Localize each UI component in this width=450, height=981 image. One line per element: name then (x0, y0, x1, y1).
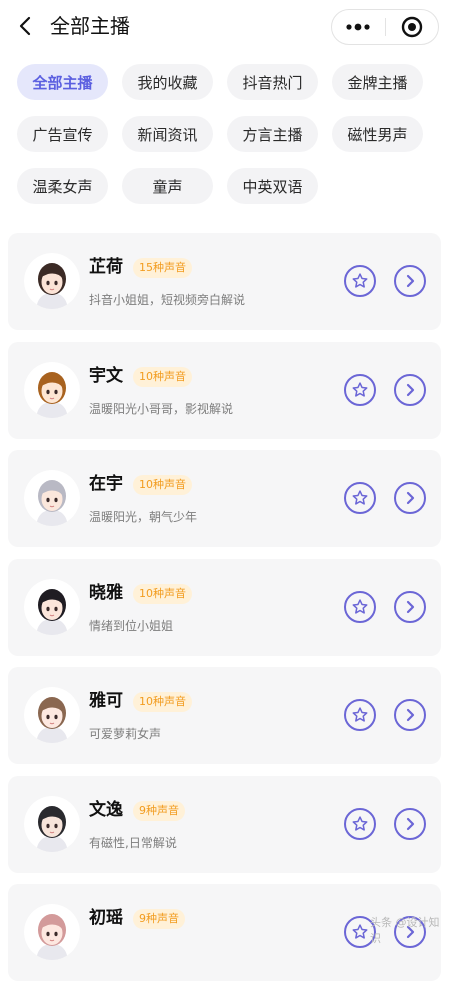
avatar-illustration (24, 579, 80, 635)
favorite-button[interactable] (344, 699, 376, 731)
filter-chip-label: 中英双语 (242, 177, 303, 196)
star-outline-icon (352, 273, 368, 288)
chevron-right-icon (406, 600, 415, 614)
avatar (24, 253, 80, 309)
star-outline-icon (352, 382, 368, 397)
anchor-description: 有磁性,日常解说 (89, 836, 177, 850)
filter-chip-female[interactable]: 温柔女声 (17, 168, 108, 204)
more-dots-icon (346, 23, 370, 31)
star-outline-icon (352, 490, 368, 505)
voice-count-badge: 9种声音 (133, 909, 185, 929)
chevron-right-icon (406, 491, 415, 505)
anchor-card[interactable]: 晓雅 10种声音情绪到位小姐姐 (8, 559, 441, 656)
close-mini-program-button[interactable] (385, 10, 438, 44)
nav-bar: 全部主播 (0, 0, 450, 54)
avatar-illustration (24, 470, 80, 526)
anchor-description: 抖音小姐姐，短视频旁白解说 (89, 293, 246, 307)
avatar (24, 579, 80, 635)
avatar (24, 470, 80, 526)
filter-chip-bilingual[interactable]: 中英双语 (227, 168, 318, 204)
open-anchor-button[interactable] (394, 374, 426, 406)
favorite-button[interactable] (344, 482, 376, 514)
more-menu-button[interactable] (332, 10, 385, 44)
open-anchor-button[interactable] (394, 482, 426, 514)
star-outline-icon (352, 816, 368, 831)
filter-chip-label: 抖音热门 (242, 73, 303, 92)
anchor-card[interactable]: 雅可 10种声音可爱萝莉女声 (8, 667, 441, 764)
avatar (24, 904, 80, 960)
back-button[interactable] (12, 12, 40, 40)
favorite-button[interactable] (344, 591, 376, 623)
favorite-button[interactable] (344, 374, 376, 406)
watermark: 头条 @设计知识 (370, 916, 440, 945)
anchor-description: 可爱萝莉女声 (89, 727, 162, 741)
avatar-illustration (24, 796, 80, 852)
favorite-button[interactable] (344, 265, 376, 297)
filter-chip-label: 磁性男声 (347, 125, 408, 144)
filter-chip-label: 全部主播 (32, 73, 93, 92)
filter-chip-news[interactable]: 新闻资讯 (122, 116, 213, 152)
avatar-illustration (24, 253, 80, 309)
anchor-description: 温暖阳光小哥哥，影视解说 (89, 402, 234, 416)
filter-chip-label: 我的收藏 (137, 73, 198, 92)
avatar-illustration (24, 687, 80, 743)
filter-chip-gold[interactable]: 金牌主播 (332, 64, 423, 100)
filter-chip-ads[interactable]: 广告宣传 (17, 116, 108, 152)
filter-chip-label: 金牌主播 (347, 73, 408, 92)
chevron-right-icon (406, 708, 415, 722)
avatar-illustration (24, 904, 80, 960)
open-anchor-button[interactable] (394, 699, 426, 731)
anchor-name: 初瑶 (89, 908, 123, 928)
anchor-card[interactable]: 文逸 9种声音有磁性,日常解说 (8, 776, 441, 873)
avatar (24, 687, 80, 743)
anchor-name: 晓雅 (89, 583, 123, 603)
voice-count-badge: 10种声音 (133, 584, 192, 604)
filter-chip-label: 新闻资讯 (137, 125, 198, 144)
voice-count-badge: 9种声音 (133, 801, 185, 821)
filter-chip-label: 温柔女声 (32, 177, 93, 196)
voice-count-badge: 15种声音 (133, 258, 192, 278)
filter-chip-all[interactable]: 全部主播 (17, 64, 108, 100)
avatar (24, 796, 80, 852)
page-title: 全部主播 (50, 14, 130, 38)
anchor-name: 在宇 (89, 474, 123, 494)
filter-chip-label: 广告宣传 (32, 125, 93, 144)
voice-count-badge: 10种声音 (133, 367, 192, 387)
anchor-name: 文逸 (89, 800, 123, 820)
open-anchor-button[interactable] (394, 265, 426, 297)
filter-chip-dialect[interactable]: 方言主播 (227, 116, 318, 152)
chevron-right-icon (406, 274, 415, 288)
open-anchor-button[interactable] (394, 808, 426, 840)
anchor-description: 情绪到位小姐姐 (89, 619, 174, 633)
anchor-name: 雅可 (89, 691, 123, 711)
chevron-right-icon (406, 817, 415, 831)
star-outline-icon (352, 924, 368, 939)
voice-count-badge: 10种声音 (133, 475, 192, 495)
target-close-icon (401, 16, 422, 38)
anchor-card[interactable]: 芷荷 15种声音抖音小姐姐，短视频旁白解说 (8, 233, 441, 330)
favorite-button[interactable] (344, 808, 376, 840)
avatar (24, 362, 80, 418)
anchor-card[interactable]: 在宇 10种声音温暖阳光，朝气少年 (8, 450, 441, 547)
chevron-right-icon (406, 383, 415, 397)
filter-chip-favorites[interactable]: 我的收藏 (122, 64, 213, 100)
anchor-card[interactable]: 宇文 10种声音温暖阳光小哥哥，影视解说 (8, 342, 441, 439)
open-anchor-button[interactable] (394, 591, 426, 623)
anchor-name: 宇文 (89, 366, 123, 386)
star-outline-icon (352, 599, 368, 614)
voice-count-badge: 10种声音 (133, 692, 192, 712)
filter-chip-label: 方言主播 (242, 125, 303, 144)
star-outline-icon (352, 707, 368, 722)
filter-chip-douyin-hot[interactable]: 抖音热门 (227, 64, 318, 100)
avatar-illustration (24, 362, 80, 418)
anchor-name: 芷荷 (89, 257, 123, 277)
filter-chip-child[interactable]: 童声 (122, 168, 213, 204)
mini-program-capsule (331, 9, 439, 45)
anchor-description: 温暖阳光，朝气少年 (89, 510, 198, 524)
filter-chip-label: 童声 (152, 177, 183, 196)
filter-chip-male[interactable]: 磁性男声 (332, 116, 423, 152)
chevron-left-icon (19, 16, 31, 36)
